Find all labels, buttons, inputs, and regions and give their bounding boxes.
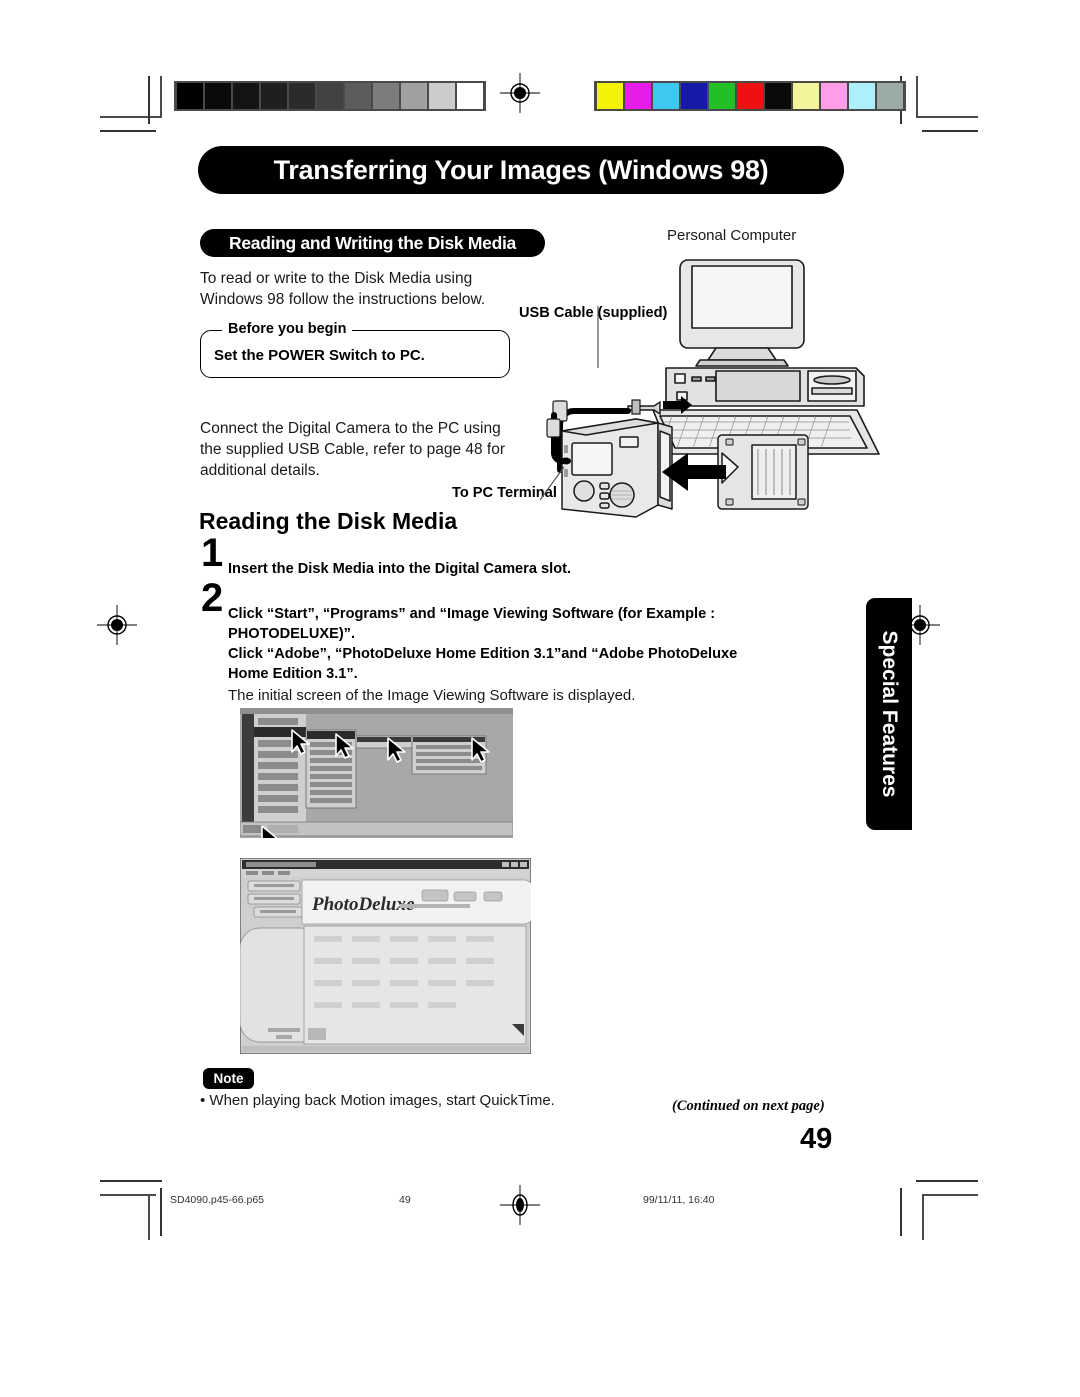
page-number: 49 <box>800 1123 833 1155</box>
color-swatch <box>821 83 847 109</box>
step-1-number: 1 <box>201 531 224 575</box>
color-swatch <box>681 83 707 109</box>
registration-mark-top <box>500 73 540 113</box>
crop-mark-top-right-v <box>916 76 918 118</box>
crop-mark-bottom-left-v <box>148 1194 150 1240</box>
process-color-bar <box>594 81 906 111</box>
color-swatch <box>457 83 483 109</box>
connect-line-2: the supplied USB Cable, refer to page 48… <box>200 441 506 458</box>
color-swatch <box>401 83 427 109</box>
crop-mark-top-right-h <box>916 116 978 118</box>
continued-on-next-page: (Continued on next page) <box>672 1098 825 1114</box>
intro-line-2: Windows 98 follow the instructions below… <box>200 291 486 308</box>
color-swatch <box>877 83 903 109</box>
color-swatch <box>205 83 231 109</box>
crop-mark-top-left-h <box>100 116 162 118</box>
step-2-text-line-3: Click “Adobe”, “PhotoDeluxe Home Edition… <box>228 646 738 662</box>
crop-mark-bottom-right-h2 <box>922 1194 978 1196</box>
footer-timestamp: 99/11/11, 16:40 <box>643 1194 715 1206</box>
step-1-text: Insert the Disk Media into the Digital C… <box>228 561 572 577</box>
note-bullet-text: • When playing back Motion images, start… <box>200 1092 555 1109</box>
before-you-begin-body: Set the POWER Switch to PC. <box>214 347 425 364</box>
connect-line-3: additional details. <box>200 462 320 479</box>
before-you-begin-legend: Before you begin <box>222 321 353 337</box>
crop-mark-top-left-v <box>160 76 162 118</box>
color-swatch <box>625 83 651 109</box>
color-swatch <box>765 83 791 109</box>
crop-mark-top-left-h2 <box>100 130 156 132</box>
footer-filename: SD4090.p45-66.p65 <box>170 1194 264 1206</box>
registration-mark-bottom <box>500 1185 540 1225</box>
color-swatch <box>849 83 875 109</box>
intro-line-1: To read or write to the Disk Media using <box>200 270 473 287</box>
color-swatch <box>737 83 763 109</box>
connect-line-1: Connect the Digital Camera to the PC usi… <box>200 420 501 437</box>
page-title: Transferring Your Images (Windows 98) <box>198 146 844 194</box>
section-heading: Reading and Writing the Disk Media <box>200 229 545 257</box>
crop-mark-bottom-left-h <box>100 1180 162 1182</box>
digital-camera-illustration <box>540 412 809 518</box>
color-swatch <box>261 83 287 109</box>
color-swatch <box>373 83 399 109</box>
step-2-text-line-1: Click “Start”, “Programs” and “Image Vie… <box>228 606 716 622</box>
color-swatch <box>429 83 455 109</box>
registration-mark-left <box>97 605 137 645</box>
color-swatch <box>317 83 343 109</box>
color-swatch <box>177 83 203 109</box>
color-swatch <box>793 83 819 109</box>
step-2-text-line-4: Home Edition 3.1”. <box>228 666 358 682</box>
color-swatch <box>597 83 623 109</box>
step-2-text-line-2: PHOTODELUXE)”. <box>228 626 356 642</box>
crop-mark-bottom-right-h <box>916 1180 978 1182</box>
side-tab-label: Special Features <box>878 630 901 798</box>
color-swatch <box>345 83 371 109</box>
color-swatch <box>233 83 259 109</box>
crop-mark-top-left-v2 <box>148 76 150 124</box>
svg-text:PhotoDeluxe: PhotoDeluxe <box>311 894 415 915</box>
color-swatch <box>653 83 679 109</box>
photodeluxe-screenshot: PhotoDeluxe <box>240 858 531 1054</box>
note-badge: Note <box>203 1068 254 1089</box>
footer-page: 49 <box>399 1194 411 1206</box>
color-swatch <box>709 83 735 109</box>
crop-mark-bottom-right-v2 <box>900 1188 902 1236</box>
crop-mark-top-right-h2 <box>922 130 978 132</box>
side-tab-special-features: Special Features <box>866 598 912 830</box>
step-2-number: 2 <box>201 576 224 620</box>
color-swatch <box>289 83 315 109</box>
windows-start-menu-screenshot <box>240 708 513 838</box>
step-2-subtext: The initial screen of the Image Viewing … <box>228 687 636 704</box>
crop-mark-bottom-right-v <box>922 1194 924 1240</box>
crop-mark-bottom-left-v2 <box>160 1188 162 1236</box>
reading-the-disk-media-heading: Reading the Disk Media <box>199 508 458 534</box>
grayscale-color-bar <box>174 81 486 111</box>
